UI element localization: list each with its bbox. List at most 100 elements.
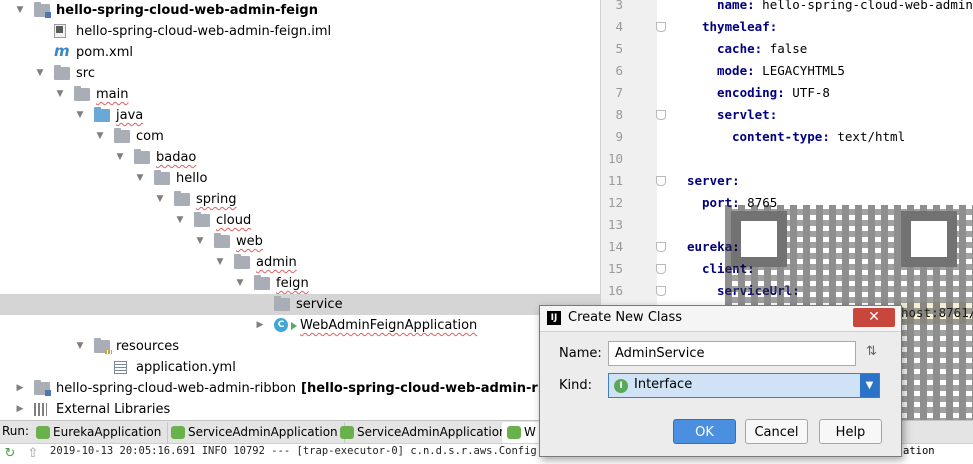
- tree-item[interactable]: ▼ hello-spring-cloud-web-admin-feign: [0, 0, 600, 21]
- chevron-down-icon[interactable]: ▼: [34, 63, 46, 84]
- package-icon: [154, 170, 170, 185]
- spring-boot-icon: [507, 426, 521, 439]
- close-button[interactable]: ✕: [853, 308, 895, 327]
- tree-item[interactable]: ▶ hello-spring-cloud-web-admin-ribbon [hel…: [0, 378, 600, 399]
- run-tab[interactable]: W: [502, 422, 543, 443]
- package-icon: [214, 233, 230, 248]
- fold-marker-icon[interactable]: [656, 176, 666, 186]
- rerun-icon[interactable]: ↻: [2, 446, 18, 462]
- yaml-value: LEGACYHTML5: [762, 63, 845, 78]
- project-tree: ▼ hello-spring-cloud-web-admin-feign hello…: [0, 0, 600, 420]
- yaml-colon: :: [754, 41, 763, 56]
- chevron-down-icon[interactable]: ▼: [214, 252, 226, 273]
- chevron-down-icon[interactable]: ▼: [114, 147, 126, 168]
- tree-item-label: main: [96, 87, 129, 102]
- line-number: 6: [615, 63, 623, 78]
- chevron-down-icon[interactable]: ▼: [154, 189, 166, 210]
- kind-select[interactable]: I Interface ▼: [608, 373, 880, 398]
- yaml-key: name: [717, 0, 748, 12]
- tree-item[interactable]: ▶ External Libraries: [0, 399, 600, 420]
- scroll-up-icon[interactable]: ⇧: [25, 446, 41, 462]
- yaml-key: thymeleaf: [702, 19, 770, 34]
- fold-marker-icon[interactable]: [656, 286, 666, 296]
- tree-item-label: External Libraries: [56, 402, 171, 417]
- tree-item[interactable]: service: [0, 294, 600, 315]
- tree-item[interactable]: application.yml: [0, 357, 600, 378]
- chevron-down-icon[interactable]: ▼: [174, 210, 186, 231]
- tree-item[interactable]: ▼ feign: [0, 273, 600, 294]
- chevron-down-icon[interactable]: ▼: [860, 374, 879, 397]
- resources-folder-icon: [94, 338, 112, 354]
- spring-class-icon: C: [274, 318, 288, 332]
- run-tab-label: EurekaApplication: [53, 425, 162, 439]
- tree-item-label: java: [116, 108, 144, 123]
- tree-item[interactable]: ▼ badao: [0, 147, 600, 168]
- tree-item[interactable]: ▼ admin: [0, 252, 600, 273]
- package-icon: [254, 275, 270, 290]
- tree-item[interactable]: ▼ resources: [0, 336, 600, 357]
- line-number: 11: [607, 173, 623, 188]
- tree-item-label: pom.xml: [76, 45, 133, 60]
- tree-item[interactable]: ▼ java: [0, 105, 600, 126]
- yaml-entry: cache: false: [717, 38, 807, 60]
- line-number: 3: [615, 0, 623, 12]
- fold-marker-icon[interactable]: [656, 242, 666, 252]
- code-line: 5 cache: false: [601, 38, 973, 60]
- chevron-down-icon[interactable]: ▼: [14, 0, 26, 21]
- tree-item[interactable]: ▼ src: [0, 63, 600, 84]
- chevron-down-icon[interactable]: ▼: [54, 84, 66, 105]
- name-input[interactable]: [608, 341, 856, 366]
- tree-item[interactable]: hello-spring-cloud-web-admin-feign.iml: [0, 21, 600, 42]
- chevron-right-icon[interactable]: ▶: [254, 315, 266, 336]
- tree-item[interactable]: m pom.xml: [0, 42, 600, 63]
- tree-item[interactable]: ▼ cloud: [0, 210, 600, 231]
- chevron-down-icon[interactable]: ▼: [194, 231, 206, 252]
- yaml-entry: name: hello-spring-cloud-web-admin-feig: [717, 0, 973, 16]
- spring-boot-icon: [36, 426, 50, 439]
- sort-icon[interactable]: ⇅: [866, 344, 877, 359]
- tree-item[interactable]: ▶ C WebAdminFeignApplication: [0, 315, 600, 336]
- chevron-down-icon[interactable]: ▼: [74, 336, 86, 357]
- tree-item[interactable]: ▼ spring: [0, 189, 600, 210]
- package-icon: [274, 296, 290, 311]
- create-new-class-dialog: IJ Create New Class ✕ Name: ⇅ Kind: I In…: [539, 305, 902, 457]
- run-tab[interactable]: EurekaApplication: [31, 422, 169, 443]
- chevron-right-icon[interactable]: ▶: [14, 378, 26, 399]
- source-folder-icon: [94, 107, 110, 122]
- chevron-down-icon[interactable]: ▼: [94, 126, 106, 147]
- interface-icon: I: [614, 379, 628, 393]
- cancel-button[interactable]: Cancel: [745, 419, 808, 444]
- fold-marker-icon[interactable]: [656, 22, 666, 32]
- chevron-down-icon[interactable]: ▼: [234, 273, 246, 294]
- fold-marker-icon[interactable]: [656, 110, 666, 120]
- tree-item-label: src: [76, 66, 95, 81]
- yaml-key: mode: [717, 63, 748, 78]
- fold-marker-icon[interactable]: [656, 264, 666, 274]
- tree-item-label: feign: [276, 276, 309, 291]
- run-label: Run:: [2, 424, 30, 438]
- tree-item[interactable]: ▼ web: [0, 231, 600, 252]
- chevron-right-icon[interactable]: ▶: [14, 399, 26, 420]
- yaml-value: UTF-8: [792, 85, 830, 100]
- dialog-title-bar[interactable]: IJ Create New Class ✕: [540, 306, 901, 332]
- module-folder-icon: [34, 2, 51, 18]
- run-tab[interactable]: ServiceAdminApplication: [335, 422, 514, 443]
- tree-item[interactable]: ▼ com: [0, 126, 600, 147]
- tree-item-label: service: [296, 297, 343, 312]
- yaml-colon: :: [747, 63, 755, 78]
- code-line: 3 name: hello-spring-cloud-web-admin-feig: [601, 0, 973, 16]
- run-tab-label: ServiceAdminApplication: [188, 425, 338, 439]
- run-tab[interactable]: ServiceAdminApplication: [166, 422, 345, 443]
- line-number: 5: [615, 41, 623, 56]
- chevron-down-icon[interactable]: ▼: [134, 168, 146, 189]
- yaml-key: content-type: [732, 129, 823, 144]
- chevron-down-icon[interactable]: ▼: [74, 105, 86, 126]
- tree-item[interactable]: ▼ hello: [0, 168, 600, 189]
- tree-item[interactable]: ▼ main: [0, 84, 600, 105]
- ok-button[interactable]: OK: [673, 419, 736, 444]
- code-line: 9 content-type: text/html: [601, 126, 973, 148]
- kind-value: Interface: [634, 377, 693, 392]
- yaml-value: text/html: [837, 129, 906, 144]
- help-button[interactable]: Help: [819, 419, 882, 444]
- kind-label: Kind:: [559, 378, 593, 393]
